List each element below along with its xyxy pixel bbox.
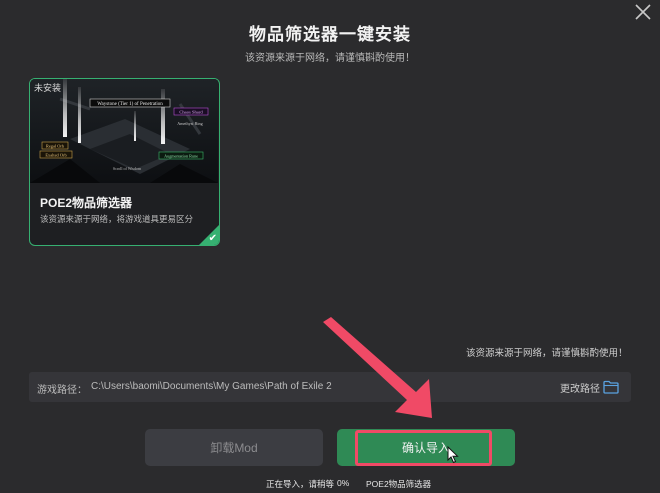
label-rune: Augmentation Rune <box>164 154 198 159</box>
card-description: 该资源来源于网络，将游戏道具更易区分 <box>40 214 194 224</box>
card-title: POE2物品筛选器 <box>40 196 133 210</box>
change-path-link[interactable]: 更改路径 <box>560 380 600 395</box>
path-label: 游戏路径： <box>37 385 87 396</box>
mouse-cursor-icon <box>447 446 459 464</box>
label-scroll: Scroll of Wisdom <box>113 166 142 171</box>
card-preview-image: Waystone (Tier 1) of Penetration Chaos S… <box>30 79 218 183</box>
confirm-import-button[interactable]: 确认导入 <box>337 429 515 466</box>
filter-card[interactable]: Waystone (Tier 1) of Penetration Chaos S… <box>29 78 220 246</box>
folder-icon[interactable] <box>603 380 619 394</box>
pointer-arrow-annotation <box>323 317 432 418</box>
import-item-name: POE2物品筛选器 <box>366 479 432 489</box>
dialog-subtitle: 该资源来源于网络，请谨慎斟酌使用！ <box>245 53 415 64</box>
label-waystone: Waystone (Tier 1) of Penetration <box>97 102 163 107</box>
risk-notice: 该资源来源于网络，请谨慎斟酌使用！ <box>466 348 628 359</box>
check-icon: ✔ <box>208 233 217 244</box>
import-percent: 0% <box>337 478 350 488</box>
install-status-badge: 未安装 <box>34 83 62 93</box>
path-value: C:\Users\baomi\Documents\My Games\Path o… <box>91 381 332 392</box>
label-exalted-orb: Exalted Orb <box>45 153 67 158</box>
game-path-bar: 游戏路径： C:\Users\baomi\Documents\My Games\… <box>29 372 631 402</box>
label-regal-orb: Regal Orb <box>46 144 65 149</box>
import-status-text: 正在导入，请稍等 <box>266 479 335 489</box>
label-chaos-shard: Chaos Shard <box>179 110 203 115</box>
close-icon[interactable] <box>633 2 653 22</box>
uninstall-mod-button[interactable]: 卸载Mod <box>145 429 323 466</box>
label-amethyst-ring: Amethyst Ring <box>177 121 203 126</box>
dialog-title: 物品筛选器一键安装 <box>249 25 411 44</box>
